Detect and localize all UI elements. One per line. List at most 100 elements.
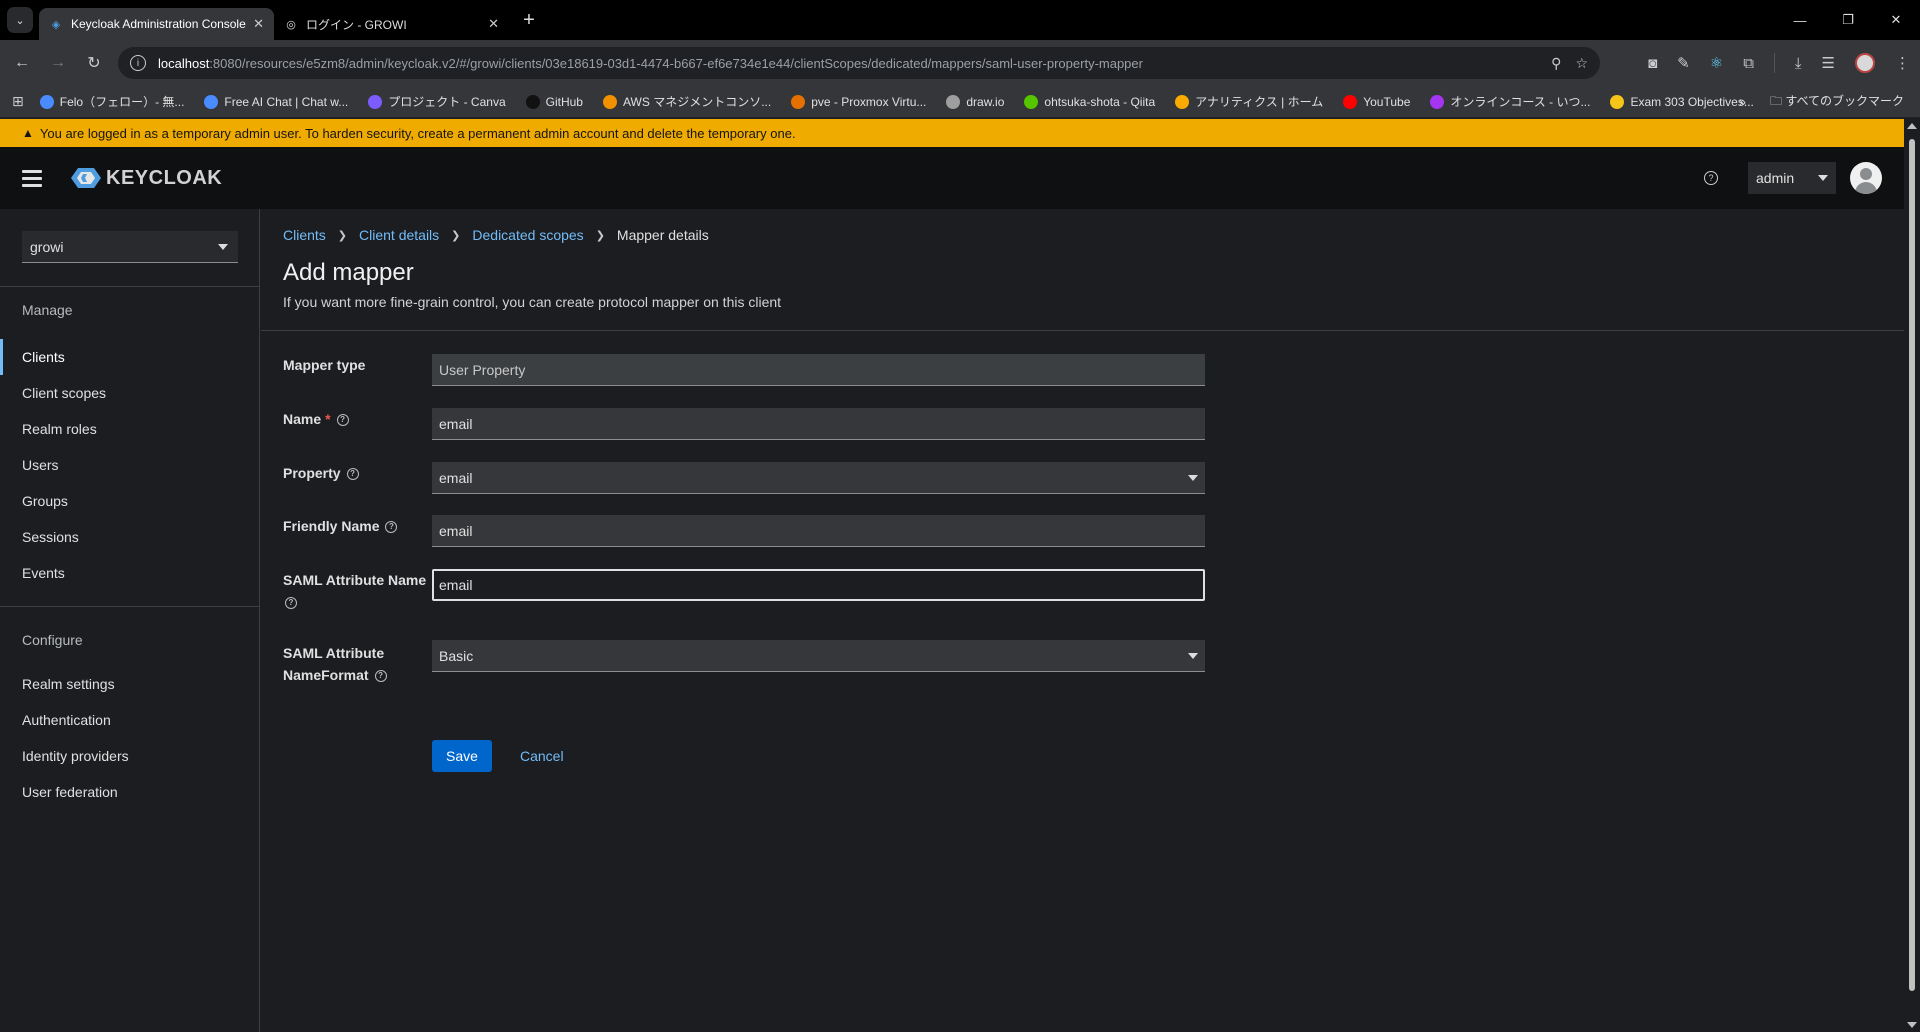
bookmark-item[interactable]: アナリティクス | ホーム xyxy=(1175,93,1323,110)
sidebar-item-authentication[interactable]: Authentication xyxy=(0,702,259,738)
scroll-down-icon[interactable] xyxy=(1907,1022,1917,1028)
close-window-icon[interactable]: ✕ xyxy=(1872,0,1920,40)
profile-avatar[interactable] xyxy=(1855,53,1875,73)
help-icon[interactable]: ? xyxy=(336,414,349,427)
scrollbar-thumb[interactable] xyxy=(1909,139,1915,991)
divider xyxy=(261,330,1904,331)
extension-icons: ◙ ✎ ⚛ ⧉ ⤓ ☰ ⋮ xyxy=(1648,40,1910,86)
bookmark-item[interactable]: AWS マネジメントコンソ... xyxy=(602,93,771,110)
tab-title: Keycloak Administration Console xyxy=(71,17,246,31)
react-icon[interactable]: ⚛ xyxy=(1710,54,1723,72)
divider xyxy=(0,606,260,607)
sidebar-item-groups[interactable]: Groups xyxy=(0,483,259,519)
bookmark-item[interactable]: Free AI Chat | Chat w... xyxy=(204,94,348,109)
bookmark-item[interactable]: ohtsuka-shota - Qiita xyxy=(1024,94,1155,109)
bookmark-item[interactable]: GitHub xyxy=(525,94,583,109)
friendly-name-input[interactable]: email xyxy=(432,515,1205,547)
bookmark-favicon xyxy=(1024,94,1039,109)
required-mark: * xyxy=(325,411,331,427)
eyedropper-icon[interactable]: ✎ xyxy=(1677,54,1690,72)
realm-selector[interactable]: growi xyxy=(22,231,238,263)
address-bar[interactable]: i localhost:8080/resources/e5zm8/admin/k… xyxy=(118,47,1600,79)
scrollbar[interactable] xyxy=(1904,119,1920,1032)
sidebar-item-client-scopes[interactable]: Client scopes xyxy=(0,375,259,411)
apps-icon[interactable]: ⊞ xyxy=(12,93,24,110)
bookmark-item[interactable]: YouTube xyxy=(1343,94,1410,109)
hamburger-menu-icon[interactable] xyxy=(22,169,42,187)
tab-search-button[interactable]: ⌄ xyxy=(7,7,33,33)
logo-text: KEYCLOAK xyxy=(106,166,223,189)
bookmark-favicon xyxy=(946,94,961,109)
avatar[interactable] xyxy=(1850,162,1882,194)
property-label: Property? xyxy=(283,462,359,484)
breadcrumb-client-details[interactable]: Client details xyxy=(359,227,439,243)
browser-toolbar: ← → ↻ i localhost:8080/resources/e5zm8/a… xyxy=(0,40,1920,86)
sidebar-item-clients[interactable]: Clients xyxy=(0,339,259,375)
saml-attribute-name-input[interactable]: email xyxy=(432,569,1205,601)
mapper-type-field: User Property xyxy=(432,354,1205,386)
user-menu-dropdown[interactable]: admin xyxy=(1748,162,1836,194)
bookmark-item[interactable]: draw.io xyxy=(946,94,1004,109)
breadcrumb-clients[interactable]: Clients xyxy=(283,227,326,243)
help-icon[interactable]: ? xyxy=(374,670,387,683)
breadcrumb: Clients ❯ Client details ❯ Dedicated sco… xyxy=(283,227,709,243)
browser-tab-strip: ⌄ ◈ Keycloak Administration Console ✕ ◎ … xyxy=(0,0,1920,40)
main-content: Clients ❯ Client details ❯ Dedicated sco… xyxy=(261,209,1904,1032)
saml-name-format-select[interactable]: Basic xyxy=(432,640,1205,672)
sidebar-item-sessions[interactable]: Sessions xyxy=(0,519,259,555)
breadcrumb-dedicated-scopes[interactable]: Dedicated scopes xyxy=(472,227,583,243)
save-button[interactable]: Save xyxy=(432,740,492,772)
menu-icon[interactable]: ⋮ xyxy=(1895,54,1910,72)
help-icon[interactable]: ? xyxy=(346,468,359,481)
bookmark-favicon xyxy=(1175,94,1190,109)
chevron-double-right-icon[interactable]: » xyxy=(1739,95,1746,109)
property-select[interactable]: email xyxy=(432,462,1205,494)
close-icon[interactable]: ✕ xyxy=(253,16,264,32)
scroll-up-icon[interactable] xyxy=(1907,123,1917,129)
extensions-icon[interactable]: ⧉ xyxy=(1743,55,1754,72)
close-icon[interactable]: ✕ xyxy=(488,16,499,32)
saml-attribute-name-label: SAML Attribute Name? xyxy=(283,572,427,610)
download-icon[interactable]: ⤓ xyxy=(1795,55,1802,72)
back-icon[interactable]: ← xyxy=(8,49,36,77)
sidebar-item-events[interactable]: Events xyxy=(0,555,259,591)
sidebar-item-realm-settings[interactable]: Realm settings xyxy=(0,666,259,702)
caret-down-icon xyxy=(1818,175,1828,181)
new-tab-button[interactable]: + xyxy=(515,6,543,34)
camera-icon[interactable]: ◙ xyxy=(1648,55,1657,72)
minimize-icon[interactable]: — xyxy=(1776,0,1824,40)
sidebar-item-realm-roles[interactable]: Realm roles xyxy=(0,411,259,447)
restore-icon[interactable]: ❐ xyxy=(1824,0,1872,40)
bookmark-favicon xyxy=(1343,94,1358,109)
help-icon[interactable]: ? xyxy=(285,597,297,610)
help-icon[interactable]: ? xyxy=(1704,171,1718,185)
reading-list-icon[interactable]: ☰ xyxy=(1822,54,1835,72)
bookmark-item[interactable]: Felo（フェロー）- 無... xyxy=(39,93,184,110)
bookmark-item[interactable]: Exam 303 Objectives... xyxy=(1610,94,1754,109)
keycloak-logo-icon xyxy=(71,168,101,188)
keycloak-logo[interactable]: KEYCLOAK xyxy=(70,166,222,190)
zoom-icon[interactable]: ⚲ xyxy=(1551,55,1561,72)
cancel-button[interactable]: Cancel xyxy=(520,740,564,772)
sidebar-item-users[interactable]: Users xyxy=(0,447,259,483)
site-info-icon[interactable]: i xyxy=(130,55,146,71)
name-label: Name *? xyxy=(283,408,349,430)
help-icon[interactable]: ? xyxy=(385,521,398,534)
bookmark-item[interactable]: プロジェクト - Canva xyxy=(368,93,506,110)
bookmark-item[interactable]: pve - Proxmox Virtu... xyxy=(791,94,926,109)
name-input[interactable]: email xyxy=(432,408,1205,440)
reload-icon[interactable]: ↻ xyxy=(80,49,108,77)
all-bookmarks-folder[interactable]: 🗀 すべてのブックマーク xyxy=(1770,92,1904,113)
temporary-admin-banner: ▲ You are logged in as a temporary admin… xyxy=(0,119,1904,147)
bookmark-favicon xyxy=(1610,94,1625,109)
sidebar-item-user-federation[interactable]: User federation xyxy=(0,774,259,810)
browser-tab[interactable]: ◎ ログイン - GROWI ✕ xyxy=(274,8,509,40)
bookmark-star-icon[interactable]: ☆ xyxy=(1575,55,1588,72)
folder-icon: 🗀 xyxy=(1769,93,1782,108)
browser-tab-active[interactable]: ◈ Keycloak Administration Console ✕ xyxy=(39,8,274,40)
forward-icon[interactable]: → xyxy=(44,49,72,77)
bookmark-item[interactable]: オンラインコース - いつ... xyxy=(1430,93,1590,110)
sidebar-item-identity-providers[interactable]: Identity providers xyxy=(0,738,259,774)
user-menu-label: admin xyxy=(1756,170,1795,186)
mapper-type-label: Mapper type xyxy=(283,357,366,373)
